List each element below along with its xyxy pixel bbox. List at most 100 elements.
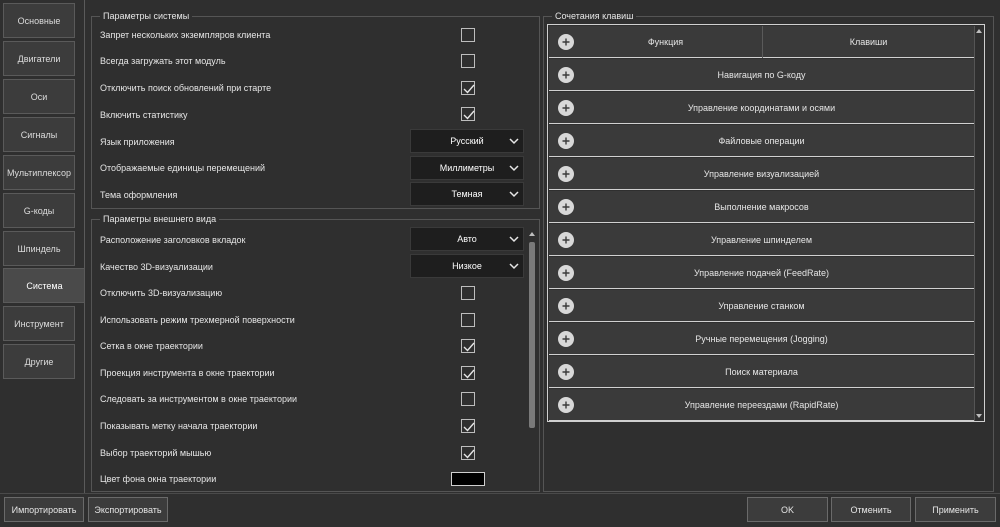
expand-button[interactable] xyxy=(558,232,574,248)
mouse-select-checkbox[interactable] xyxy=(461,446,475,460)
column-function[interactable]: Функция xyxy=(549,26,762,58)
expand-button[interactable] xyxy=(558,100,574,116)
hotkeys-title: Сочетания клавиш xyxy=(552,11,637,21)
hotkeys-scrollbar[interactable] xyxy=(974,26,983,421)
tab-gcodes[interactable]: G-коды xyxy=(3,193,75,228)
option-row: Выбор траекторий мышью xyxy=(100,443,211,463)
ok-button[interactable]: OK xyxy=(747,497,828,522)
column-keys[interactable]: Клавиши xyxy=(763,26,974,58)
option-label: Запрет нескольких экземпляров клиента xyxy=(100,30,271,40)
expand-button[interactable] xyxy=(558,364,574,380)
disable-3d-checkbox[interactable] xyxy=(461,286,475,300)
option-row: Качество 3D-визуализации xyxy=(100,257,213,277)
expand-button[interactable] xyxy=(558,265,574,281)
tab-motors[interactable]: Двигатели xyxy=(3,41,75,76)
hotkey-group-row[interactable]: Управление визуализацией xyxy=(549,158,974,190)
tab-spindle[interactable]: Шпиндель xyxy=(3,231,75,266)
option-row: Отключить поиск обновлений при старте xyxy=(100,78,271,98)
cancel-button[interactable]: Отменить xyxy=(831,497,911,522)
enable-stats-checkbox[interactable] xyxy=(461,107,475,121)
select-value: Низкое xyxy=(452,261,482,271)
apply-button[interactable]: Применить xyxy=(915,497,996,522)
tab-basic[interactable]: Основные xyxy=(3,3,75,38)
plus-icon xyxy=(562,137,570,145)
expand-button[interactable] xyxy=(558,331,574,347)
hotkey-group-label: Управление шпинделем xyxy=(710,234,813,245)
option-label: Качество 3D-визуализации xyxy=(100,262,213,272)
option-label: Отображаемые единицы перемещений xyxy=(100,163,266,173)
start-mark-checkbox[interactable] xyxy=(461,419,475,433)
hotkey-group-label: Файловые операции xyxy=(718,135,805,146)
surface-mode-checkbox[interactable] xyxy=(461,313,475,327)
option-label: Тема оформления xyxy=(100,190,178,200)
select-value: Миллиметры xyxy=(439,163,495,173)
tab-tool[interactable]: Инструмент xyxy=(3,306,75,341)
check-icon xyxy=(463,422,475,432)
hotkey-group-label: Навигация по G-коду xyxy=(717,69,806,80)
language-select[interactable]: Русский xyxy=(410,129,524,153)
import-button[interactable]: Импортировать xyxy=(4,497,84,522)
option-label: Отключить поиск обновлений при старте xyxy=(100,83,272,93)
appearance-scrollbar[interactable] xyxy=(528,230,536,488)
option-row: Тема оформления xyxy=(100,185,177,205)
expand-button[interactable] xyxy=(558,133,574,149)
hotkey-group-label: Выполнение макросов xyxy=(714,201,809,212)
option-row: Расположение заголовков вкладок xyxy=(100,230,245,250)
expand-button[interactable] xyxy=(558,67,574,83)
background-color-swatch[interactable] xyxy=(451,472,485,486)
always-load-checkbox[interactable] xyxy=(461,54,475,68)
follow-tool-checkbox[interactable] xyxy=(461,392,475,406)
appearance-title: Параметры внешнего вида xyxy=(100,214,220,224)
plus-icon xyxy=(562,302,570,310)
scroll-down-icon[interactable] xyxy=(975,412,983,420)
hotkey-group-label: Управление станком xyxy=(718,300,805,311)
hotkey-group-row[interactable]: Управление координатами и осями xyxy=(549,92,974,124)
units-select[interactable]: Миллиметры xyxy=(410,156,524,180)
quality-select[interactable]: Низкое xyxy=(410,254,524,278)
tab-signals[interactable]: Сигналы xyxy=(3,117,75,152)
option-label: Всегда загружать этот модуль xyxy=(100,56,226,66)
expand-button[interactable] xyxy=(558,298,574,314)
hotkeys-table: Функция Клавиши Навигация по G-коду Упра… xyxy=(547,24,985,422)
scroll-up-icon[interactable] xyxy=(528,230,536,238)
hotkey-group-row[interactable]: Управление шпинделем xyxy=(549,224,974,256)
tab-axes[interactable]: Оси xyxy=(3,79,75,114)
hotkey-group-row[interactable]: Выполнение макросов xyxy=(549,191,974,223)
disable-updates-checkbox[interactable] xyxy=(461,81,475,95)
plus-icon xyxy=(562,104,570,112)
plus-icon xyxy=(562,71,570,79)
tab-multiplexer[interactable]: Мультиплексор xyxy=(3,155,75,190)
hotkey-group-label: Поиск материала xyxy=(725,366,798,377)
tab-other[interactable]: Другие xyxy=(3,344,75,379)
single-instance-checkbox[interactable] xyxy=(461,28,475,42)
hotkey-group-row[interactable]: Управление переездами (RapidRate) xyxy=(549,389,974,421)
scroll-thumb[interactable] xyxy=(529,242,535,428)
hotkey-group-row[interactable]: Файловые операции xyxy=(549,125,974,157)
option-row: Всегда загружать этот модуль xyxy=(100,51,226,71)
hotkey-group-row[interactable]: Ручные перемещения (Jogging) xyxy=(549,323,974,355)
option-label: Показывать метку начала траектории xyxy=(100,421,258,431)
hotkey-group-row[interactable]: Управление станком xyxy=(549,290,974,322)
option-label: Использовать режим трехмерной поверхност… xyxy=(100,315,295,325)
grid-checkbox[interactable] xyxy=(461,339,475,353)
option-label: Выбор траекторий мышью xyxy=(100,448,212,458)
option-label: Проекция инструмента в окне траектории xyxy=(100,368,275,378)
hotkey-group-row[interactable]: Управление подачей (FeedRate) xyxy=(549,257,974,289)
scroll-up-icon[interactable] xyxy=(975,27,983,35)
expand-button[interactable] xyxy=(558,397,574,413)
tool-projection-checkbox[interactable] xyxy=(461,366,475,380)
theme-select[interactable]: Темная xyxy=(410,182,524,206)
tab-system[interactable]: Система xyxy=(3,268,85,303)
expand-button[interactable] xyxy=(558,199,574,215)
option-label: Цвет фона окна траектории xyxy=(100,474,217,484)
hotkey-group-row[interactable]: Навигация по G-коду xyxy=(549,59,974,91)
expand-button[interactable] xyxy=(558,166,574,182)
hotkey-group-row[interactable]: Поиск материала xyxy=(549,356,974,388)
select-value: Темная xyxy=(451,189,483,199)
check-icon xyxy=(463,369,475,379)
option-row: Проекция инструмента в окне траектории xyxy=(100,363,275,383)
left-divider xyxy=(84,0,85,493)
tab-position-select[interactable]: Авто xyxy=(410,227,524,251)
plus-icon xyxy=(562,368,570,376)
export-button[interactable]: Экспортировать xyxy=(88,497,168,522)
